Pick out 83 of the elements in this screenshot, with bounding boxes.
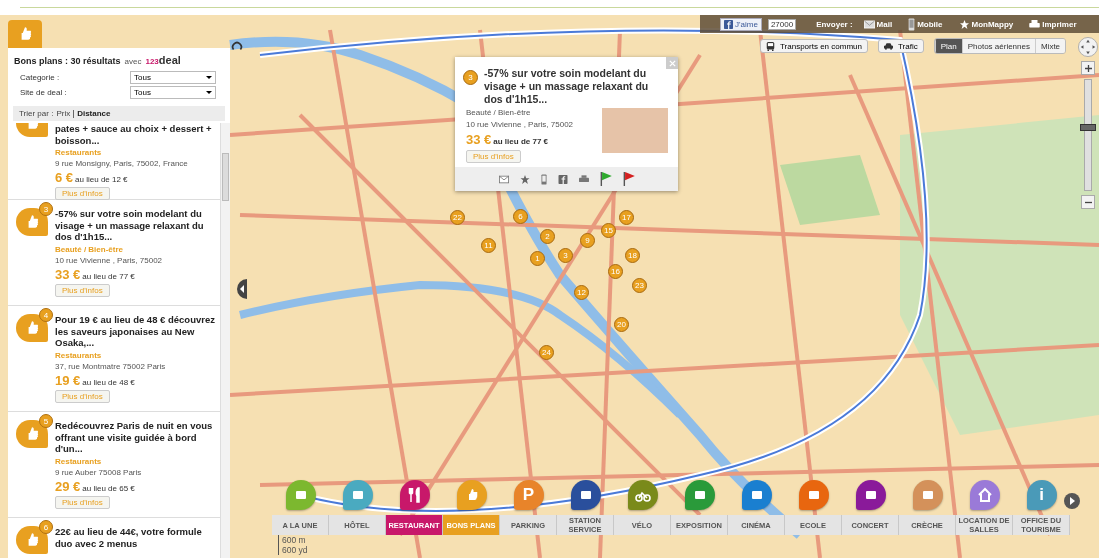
deal-title[interactable]: 22€ au lieu de 44€, votre formule duo avec 2 menus <box>55 526 215 549</box>
category-letter: i <box>1039 485 1044 505</box>
popup-old-price: au lieu de 77 € <box>493 137 548 146</box>
deal-price: 19 € <box>55 372 81 388</box>
deal-title[interactable]: -57% sur votre soin modelant du visage + un massage relaxant du dos d'1h15... <box>55 208 215 243</box>
filter-dropdown[interactable]: Tous <box>130 71 216 84</box>
sort-link[interactable]: Distance <box>77 109 111 118</box>
caret-icon <box>206 91 212 94</box>
refresh-icon[interactable] <box>231 41 243 53</box>
deal-price: 33 € <box>55 266 81 282</box>
popup-address: 10 rue Vivienne , Paris, 75002 <box>466 120 574 129</box>
sort-label: Trier par : <box>19 109 54 118</box>
like-count: 27000 <box>767 18 797 30</box>
deal-number-badge: 5 <box>39 414 53 428</box>
deal-title[interactable]: Pour 19 € au lieu de 48 € découvrez les saveurs japonaises au New Osaka,... <box>55 314 215 349</box>
car-icon <box>883 41 893 51</box>
map-view-tab[interactable]: Plan <box>934 39 962 53</box>
deal-category: Restaurants <box>55 456 102 466</box>
mobile-icon[interactable] <box>540 173 547 185</box>
deal-old-price: au lieu de 65 € <box>82 483 135 493</box>
deal-title[interactable]: pates + sauce au choix + dessert + boisson... <box>55 123 215 146</box>
star-icon[interactable] <box>519 174 530 184</box>
mail-link[interactable]: Mail <box>858 19 898 29</box>
caret-icon <box>206 76 212 79</box>
deal-address: 9 rue Monsigny, Paris, 75002, France <box>55 159 188 168</box>
like-button[interactable]: J'aime <box>720 17 762 31</box>
map-view-tab[interactable]: Mixte <box>1034 39 1066 53</box>
deal-old-price: au lieu de 48 € <box>82 377 135 387</box>
star-link[interactable]: MonMappy <box>953 19 1019 29</box>
deal-number-badge: 4 <box>39 308 53 322</box>
map-view-tab[interactable]: Photos aériennes <box>961 39 1035 53</box>
print-icon[interactable] <box>578 174 589 184</box>
deal-number-badge: 3 <box>39 202 53 216</box>
printer-icon <box>1029 19 1041 29</box>
deal-address: 9 rue Auber 75008 Paris <box>55 467 142 477</box>
cutlery-icon <box>406 487 423 503</box>
collapse-arrow-icon[interactable] <box>237 279 247 299</box>
sort-link[interactable]: Prix <box>56 109 71 118</box>
deal-old-price: au lieu de 12 € <box>75 175 128 184</box>
popup-category: Beauté / Bien-être <box>466 108 531 117</box>
popup-title: -57% sur votre soin modelant du visage + un massage relaxant du dos d'1h15... <box>484 67 650 106</box>
zoom-in-button[interactable] <box>1081 61 1095 75</box>
zoom-slider-thumb[interactable] <box>1080 123 1096 131</box>
deal-category: Restaurants <box>55 148 102 157</box>
deal-address: 10 rue Vivienne , Paris, 75002 <box>55 255 163 265</box>
facebook-icon[interactable] <box>557 174 568 184</box>
results-title: Bons plans : 30 résultats <box>14 56 121 66</box>
zoom-out-button[interactable] <box>1081 195 1095 209</box>
mobile-link[interactable]: Mobile <box>903 17 948 31</box>
deal-price: 29 € <box>55 478 81 494</box>
with-label: avec <box>124 57 142 66</box>
deals-tab[interactable] <box>8 20 42 48</box>
map-pin: 3 <box>463 70 478 85</box>
popup-price: 33 € <box>466 132 492 147</box>
filter-label: Categorie : <box>20 73 60 82</box>
scrollbar[interactable] <box>220 123 230 558</box>
close-icon <box>668 59 676 67</box>
deal-category: Beauté / Bien-être <box>55 244 124 254</box>
category-letter: P <box>522 485 535 505</box>
deal-number-badge: 6 <box>39 520 53 534</box>
partner-logo: 123deal <box>145 54 181 66</box>
send-label: Envoyer : <box>816 19 853 29</box>
deal-old-price: au lieu de 77 € <box>82 271 135 281</box>
mail-icon[interactable] <box>498 174 509 184</box>
mail-icon <box>863 19 875 29</box>
plus-icon <box>1084 64 1092 72</box>
filter-dropdown[interactable]: Tous <box>130 86 216 99</box>
star-icon <box>958 19 970 29</box>
flag-icon[interactable] <box>599 172 612 186</box>
print-link[interactable]: Imprimer <box>1024 19 1082 29</box>
mobile-phone-icon <box>908 17 916 31</box>
transit-button[interactable]: Transports en commun <box>760 39 868 53</box>
deal-title[interactable]: Redécouvrez Paris de nuit en vous offrant une visite guidée à bord d'un... <box>55 420 215 455</box>
traffic-button[interactable]: Trafic <box>877 39 924 53</box>
deal-price: 6 € <box>55 170 74 185</box>
photo-placeholder <box>602 108 668 153</box>
deal-category: Restaurants <box>55 350 102 360</box>
facebook-icon <box>724 19 733 29</box>
bus-icon <box>766 41 775 51</box>
filter-label: Site de deal : <box>20 88 67 97</box>
deal-address: 37, rue Montmatre 75002 Paris <box>55 361 166 371</box>
flag-icon[interactable] <box>622 172 635 186</box>
house-icon <box>976 487 993 503</box>
